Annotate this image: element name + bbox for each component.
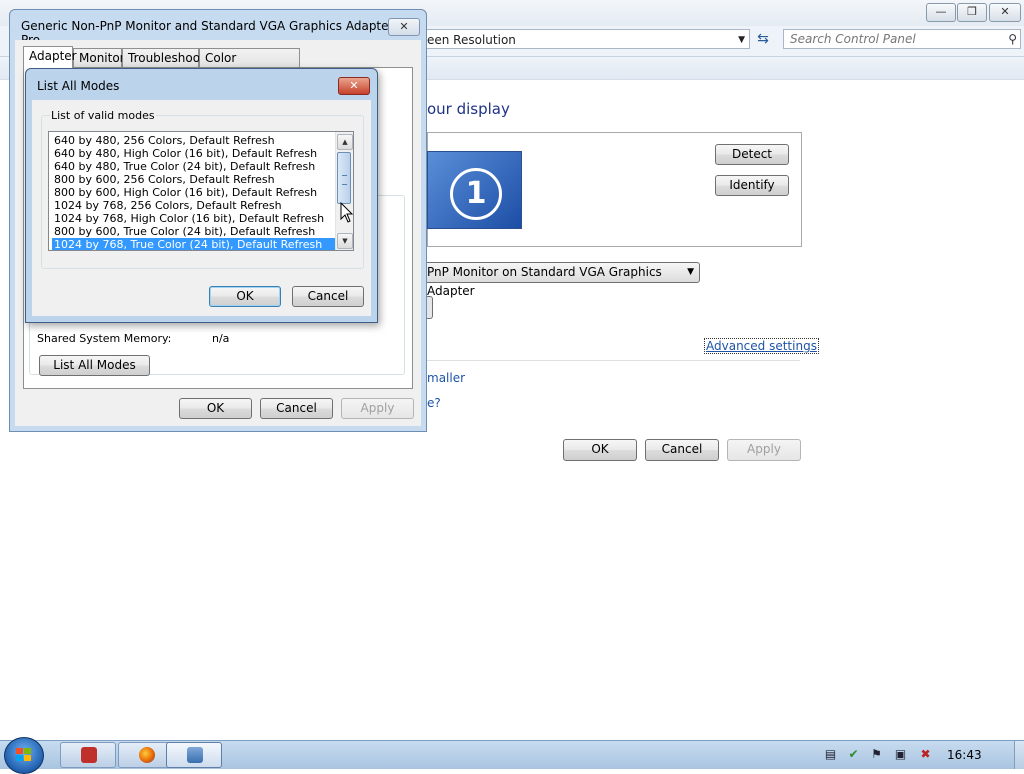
display-select[interactable]: PnP Monitor on Standard VGA Graphics Ada…: [420, 262, 700, 298]
list-all-modes-dialog: List All Modes ✕ List of valid modes 640…: [25, 68, 378, 323]
display-select-value: PnP Monitor on Standard VGA Graphics Ada…: [427, 265, 662, 298]
address-text: een Resolution: [427, 33, 516, 47]
list-item[interactable]: 800 by 600, High Color (16 bit), Default…: [52, 186, 319, 199]
ok-button[interactable]: OK: [209, 286, 281, 307]
close-button[interactable]: ✕: [388, 18, 420, 36]
tab-adapter[interactable]: Adapter: [23, 46, 77, 68]
scroll-up-icon[interactable]: ▲: [337, 134, 353, 150]
make-text-smaller-link[interactable]: maller: [427, 371, 465, 385]
list-item[interactable]: 1024 by 768, High Color (16 bit), Defaul…: [52, 212, 326, 225]
apply-button[interactable]: Apply: [341, 398, 414, 419]
shared-memory-value: n/a: [212, 332, 230, 345]
control-panel-icon: [187, 747, 203, 763]
cancel-button[interactable]: Cancel: [645, 439, 719, 461]
list-item[interactable]: 1024 by 768, 256 Colors, Default Refresh: [52, 199, 284, 212]
volume-muted-icon[interactable]: ✖: [918, 747, 933, 762]
cancel-button[interactable]: Cancel: [260, 398, 333, 419]
network-icon[interactable]: ▣: [893, 747, 908, 762]
divider: [427, 360, 800, 361]
toolbox-icon: [81, 747, 97, 763]
cancel-button[interactable]: Cancel: [292, 286, 364, 307]
list-all-modes-button[interactable]: List All Modes: [39, 355, 150, 376]
clock[interactable]: 16:43: [947, 748, 982, 762]
list-item[interactable]: 640 by 480, High Color (16 bit), Default…: [52, 147, 319, 160]
chevron-down-icon[interactable]: ▼: [738, 30, 745, 50]
modes-listbox[interactable]: 640 by 480, 256 Colors, Default Refresh …: [48, 131, 354, 251]
tab-color-management[interactable]: Color Management: [199, 48, 300, 83]
list-item-selected[interactable]: 1024 by 768, True Color (24 bit), Defaul…: [52, 238, 336, 250]
scroll-down-icon[interactable]: ▼: [337, 233, 353, 249]
taskbar: ▤ ✔ ⚑ ▣ ✖ 16:43: [0, 737, 1024, 774]
chevron-down-icon: ▼: [687, 267, 694, 277]
identify-button[interactable]: Identify: [715, 175, 789, 196]
mouse-cursor-icon: [340, 202, 354, 223]
taskbar-app-toolbox[interactable]: [60, 742, 116, 768]
taskbar-app-control-panel[interactable]: [166, 742, 222, 768]
advanced-settings-link[interactable]: Advanced settings: [704, 338, 819, 354]
close-button[interactable]: ✕: [338, 77, 370, 95]
search-placeholder: Search Control Panel: [790, 32, 916, 46]
apply-button[interactable]: Apply: [727, 439, 801, 461]
vertical-scrollbar[interactable]: ▲ ▼: [335, 132, 353, 250]
help-link[interactable]: e?: [427, 396, 441, 410]
grip-icon: [342, 175, 347, 185]
address-bar[interactable]: een Resolution ▼: [420, 29, 750, 49]
search-icon[interactable]: ⚲: [1008, 30, 1017, 48]
windows-logo-icon: [16, 748, 32, 762]
refresh-icon[interactable]: ⇆: [752, 29, 774, 49]
show-desktop-button[interactable]: [1014, 741, 1024, 769]
shared-memory-label: Shared System Memory:: [37, 332, 172, 345]
start-button[interactable]: [4, 737, 44, 774]
flag-icon[interactable]: ⚑: [869, 747, 884, 762]
list-item[interactable]: 800 by 600, 256 Colors, Default Refresh: [52, 173, 277, 186]
page-title: our display: [427, 100, 510, 118]
ok-button[interactable]: OK: [563, 439, 637, 461]
monitor-icon[interactable]: 1: [427, 151, 522, 229]
search-input[interactable]: Search Control Panel ⚲: [783, 29, 1021, 49]
list-item[interactable]: 640 by 480, True Color (24 bit), Default…: [52, 160, 317, 173]
tab-troubleshoot[interactable]: Troubleshoot: [122, 48, 205, 67]
maximize-button[interactable]: ❐: [957, 3, 987, 22]
tab-monitor[interactable]: Monitor: [73, 48, 125, 67]
close-button[interactable]: ✕: [989, 3, 1021, 22]
firefox-icon: [139, 747, 155, 763]
minimize-button[interactable]: —: [926, 3, 956, 22]
document-icon[interactable]: ▤: [823, 747, 838, 762]
monitor-number: 1: [450, 168, 502, 220]
scrollbar-thumb[interactable]: [337, 152, 351, 204]
list-item[interactable]: 800 by 600, True Color (24 bit), Default…: [52, 225, 317, 238]
security-check-icon[interactable]: ✔: [846, 747, 861, 762]
list-item[interactable]: 640 by 480, 256 Colors, Default Refresh: [52, 134, 277, 147]
detect-button[interactable]: Detect: [715, 144, 789, 165]
dialog-client-area: List of valid modes 640 by 480, 256 Colo…: [32, 100, 371, 316]
ok-button[interactable]: OK: [179, 398, 252, 419]
dialog-title: List All Modes: [37, 79, 120, 93]
modes-group-label: List of valid modes: [50, 109, 156, 122]
